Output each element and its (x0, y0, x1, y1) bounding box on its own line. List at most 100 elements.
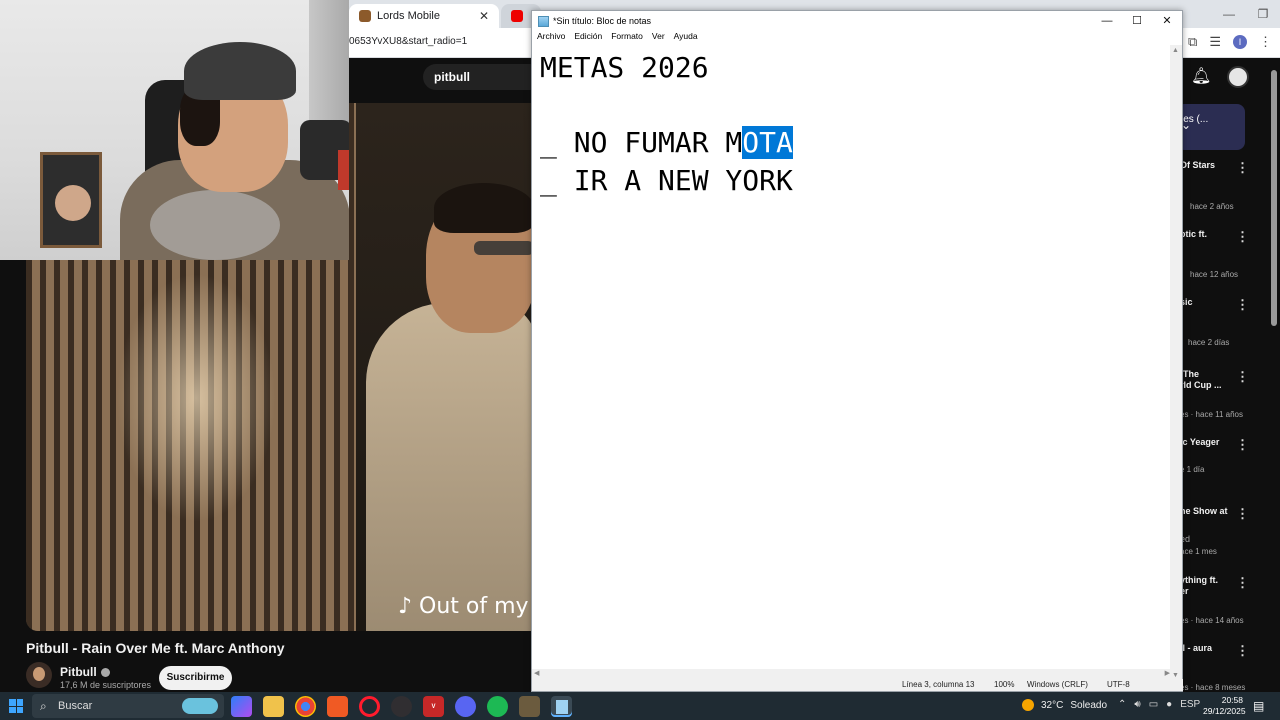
youtube-account-avatar[interactable] (1227, 66, 1249, 88)
video-frame-sunglasses (474, 241, 531, 255)
youtube-search-query[interactable]: pitbull (423, 64, 543, 90)
rec-meta: es · hace 8 meses (1180, 683, 1246, 692)
notepad-statusbar: Línea 3, columna 13 100% Windows (CRLF) … (532, 679, 1183, 691)
video-frame-person-hair (434, 183, 531, 233)
rec-meta: es · hace 14 años (1180, 616, 1244, 625)
scroll-right-arrow-icon[interactable]: ▶ (1165, 669, 1170, 677)
text-line-3-unselected: _ NO FUMAR M (540, 126, 743, 159)
recommended-item[interactable]: ne Show at ed ace 1 mes ⋮ (1180, 506, 1250, 556)
extensions-icon[interactable]: ⧉ (1188, 34, 1197, 50)
webcam-window-light (309, 0, 349, 140)
file-explorer-icon[interactable] (263, 696, 284, 717)
browser-minimize-icon[interactable]: — (1212, 0, 1246, 28)
menu-archivo[interactable]: Archivo (537, 31, 565, 45)
recommended-item[interactable]: ything ft. er es · hace 14 años ⋮ (1180, 575, 1250, 625)
brave-icon[interactable] (327, 696, 348, 717)
status-zoom: 100% (994, 680, 1015, 689)
video-caption: ♪ Out of my m (398, 594, 531, 619)
menu-ayuda[interactable]: Ayuda (674, 31, 698, 45)
tab-lords-mobile[interactable]: Lords Mobile ✕ (349, 4, 499, 28)
taskbar-clock[interactable]: 20:58 29/12/2025 (1203, 695, 1246, 717)
tray-overflow-chevron-icon[interactable]: ⌃ (1118, 699, 1126, 710)
youtube-favicon-icon (511, 10, 523, 22)
browser-toolbar-icons: ⧉ ☰ I ⋮ (1188, 34, 1272, 50)
copilot-icon[interactable] (231, 696, 252, 717)
weather-widget[interactable]: 32°C Soleado (1022, 699, 1107, 711)
spotify-icon[interactable] (487, 696, 508, 717)
lords-mobile-favicon-icon (359, 10, 371, 22)
subscribe-button[interactable]: Suscribirme (159, 666, 232, 690)
minimize-icon[interactable]: — (1092, 11, 1122, 31)
maximize-icon[interactable]: ☐ (1122, 11, 1152, 31)
kebab-menu-icon[interactable]: ⋮ (1236, 369, 1249, 385)
taskbar-search[interactable]: ⌕ Buscar (32, 694, 224, 718)
video-title: Pitbull - Rain Over Me ft. Marc Anthony (26, 640, 285, 656)
media-control-icon[interactable]: ☰ (1209, 34, 1221, 50)
recommended-item[interactable]: [The rld Cup ... es · hace 11 años ⋮ (1180, 369, 1250, 419)
video-frame-person-body (366, 303, 531, 631)
discord-icon[interactable] (455, 696, 476, 717)
recommended-item[interactable]: Of Stars hace 2 años ⋮ (1180, 160, 1250, 211)
notification-center-icon[interactable]: ▤ (1253, 699, 1264, 713)
chevron-down-icon[interactable]: ⌄ (1181, 118, 1235, 132)
webcam-mic-arm (338, 150, 349, 190)
kebab-menu-icon[interactable]: ⋮ (1236, 575, 1249, 591)
recommended-item[interactable]: otic ft. hace 12 años ⋮ (1180, 229, 1250, 279)
notepad-menubar: Archivo Edición Formato Ver Ayuda (532, 31, 1182, 45)
sun-icon (1022, 699, 1034, 711)
mix-playlist-header[interactable]: ies (... ⌄ (1176, 104, 1245, 150)
network-icon[interactable]: ▭ (1149, 699, 1158, 710)
search-icon: ⌕ (40, 699, 47, 713)
browser-restore-icon[interactable]: ❐ (1246, 0, 1280, 28)
opera-icon[interactable] (359, 696, 380, 717)
menu-formato[interactable]: Formato (611, 31, 643, 45)
taskbar: ⌕ Buscar V 32°C Soleado ⌃ 🔊︎ ▭ ● ESP 20:… (0, 692, 1280, 720)
status-cursor-position: Línea 3, columna 13 (902, 680, 975, 689)
scrollbar-thumb[interactable] (1271, 70, 1277, 326)
clock-date: 29/12/2025 (1203, 706, 1246, 716)
youtube-scrollbar[interactable] (1271, 60, 1277, 690)
recommended-item[interactable]: ic Yeager e 1 día ⋮ (1180, 437, 1250, 474)
profile-avatar-icon[interactable]: I (1233, 35, 1247, 49)
rec-meta: e 1 día (1180, 465, 1205, 474)
recommended-item[interactable]: sic hace 2 días ⋮ (1180, 297, 1250, 347)
channel-avatar[interactable] (26, 662, 52, 688)
tab-close-icon[interactable]: ✕ (479, 9, 489, 23)
microphone-icon[interactable]: ● (1166, 699, 1172, 710)
scroll-up-arrow-icon[interactable]: ▲ (1172, 47, 1179, 54)
channel-name[interactable]: Pitbull (60, 665, 97, 679)
notepad-vertical-scrollbar[interactable]: ▲ ▼ (1170, 45, 1182, 681)
kebab-menu-icon[interactable]: ⋮ (1236, 297, 1249, 313)
kebab-menu-icon[interactable]: ⋮ (1236, 506, 1249, 522)
rec-meta: hace 12 años (1190, 270, 1239, 279)
language-indicator[interactable]: ESP (1180, 699, 1200, 710)
chrome-icon[interactable] (295, 696, 316, 717)
kebab-menu-icon[interactable]: ⋮ (1236, 160, 1249, 176)
volume-icon[interactable]: 🔊︎ (1134, 699, 1140, 710)
voicemeeter-icon[interactable]: V (423, 696, 444, 717)
recommended-item[interactable]: ll - aura es · hace 8 meses ⋮ (1180, 643, 1250, 692)
search-highlight-icon (182, 698, 218, 714)
webcam-overlay (0, 0, 349, 260)
windows-start-icon[interactable] (9, 699, 23, 713)
kebab-menu-icon[interactable]: ⋮ (1236, 643, 1249, 659)
scroll-down-arrow-icon[interactable]: ▼ (1172, 672, 1179, 679)
menu-ver[interactable]: Ver (652, 31, 665, 45)
notepad-text-area[interactable]: METAS 2026 _ NO FUMAR MOTA _ IR A NEW YO… (532, 45, 1172, 681)
channel-name-row[interactable]: Pitbull (60, 665, 110, 679)
notifications-bell-icon[interactable]: 🔔︎ (1191, 68, 1211, 86)
obs-icon[interactable] (391, 696, 412, 717)
menu-edicion[interactable]: Edición (574, 31, 602, 45)
kebab-menu-icon[interactable]: ⋮ (1236, 229, 1249, 245)
game-launcher-icon[interactable] (519, 696, 540, 717)
scroll-left-arrow-icon[interactable]: ◀ (534, 669, 539, 677)
url-text[interactable]: 0653YvXU8&start_radio=1 (349, 36, 467, 47)
notepad-horizontal-scrollbar[interactable]: ◀ ▶ (532, 669, 1172, 679)
browser-menu-icon[interactable]: ⋮ (1259, 34, 1272, 50)
close-icon[interactable]: ✕ (1152, 11, 1182, 31)
notepad-window[interactable]: *Sin título: Bloc de notas — ☐ ✕ Archivo… (531, 10, 1183, 692)
notepad-taskbar-icon[interactable] (551, 696, 572, 717)
webcam-person-cap (184, 42, 296, 100)
notepad-titlebar[interactable]: *Sin título: Bloc de notas — ☐ ✕ (532, 11, 1182, 31)
kebab-menu-icon[interactable]: ⋮ (1236, 437, 1249, 453)
